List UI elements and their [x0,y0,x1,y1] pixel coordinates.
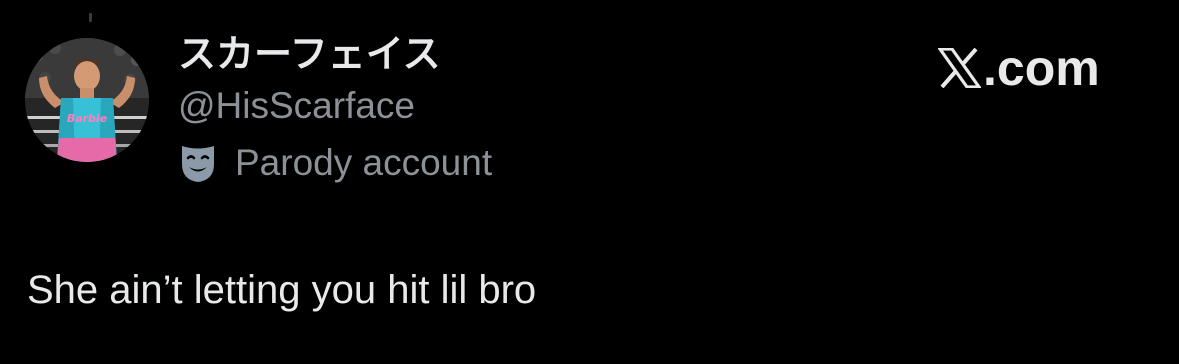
avatar-jersey-text: Barbie [67,112,108,125]
parody-label: Parody account [235,142,493,183]
display-name[interactable]: スカーフェイス [178,31,441,77]
user-handle[interactable]: @HisScarface [178,84,415,128]
avatar-image: Barbie [25,38,149,162]
divider-mark [89,13,92,22]
brand-mark: .com [936,40,1100,96]
parody-badge: Parody account [178,140,492,186]
tweet-card: Barbie スカーフェイス @HisScarface Parody accou… [0,0,1179,364]
brand-domain: .com [983,40,1100,96]
x-logo-icon [936,47,983,89]
theater-mask-icon [178,142,218,184]
avatar[interactable]: Barbie [25,38,149,162]
tweet-text: She ain’t letting you hit lil bro [27,268,537,312]
